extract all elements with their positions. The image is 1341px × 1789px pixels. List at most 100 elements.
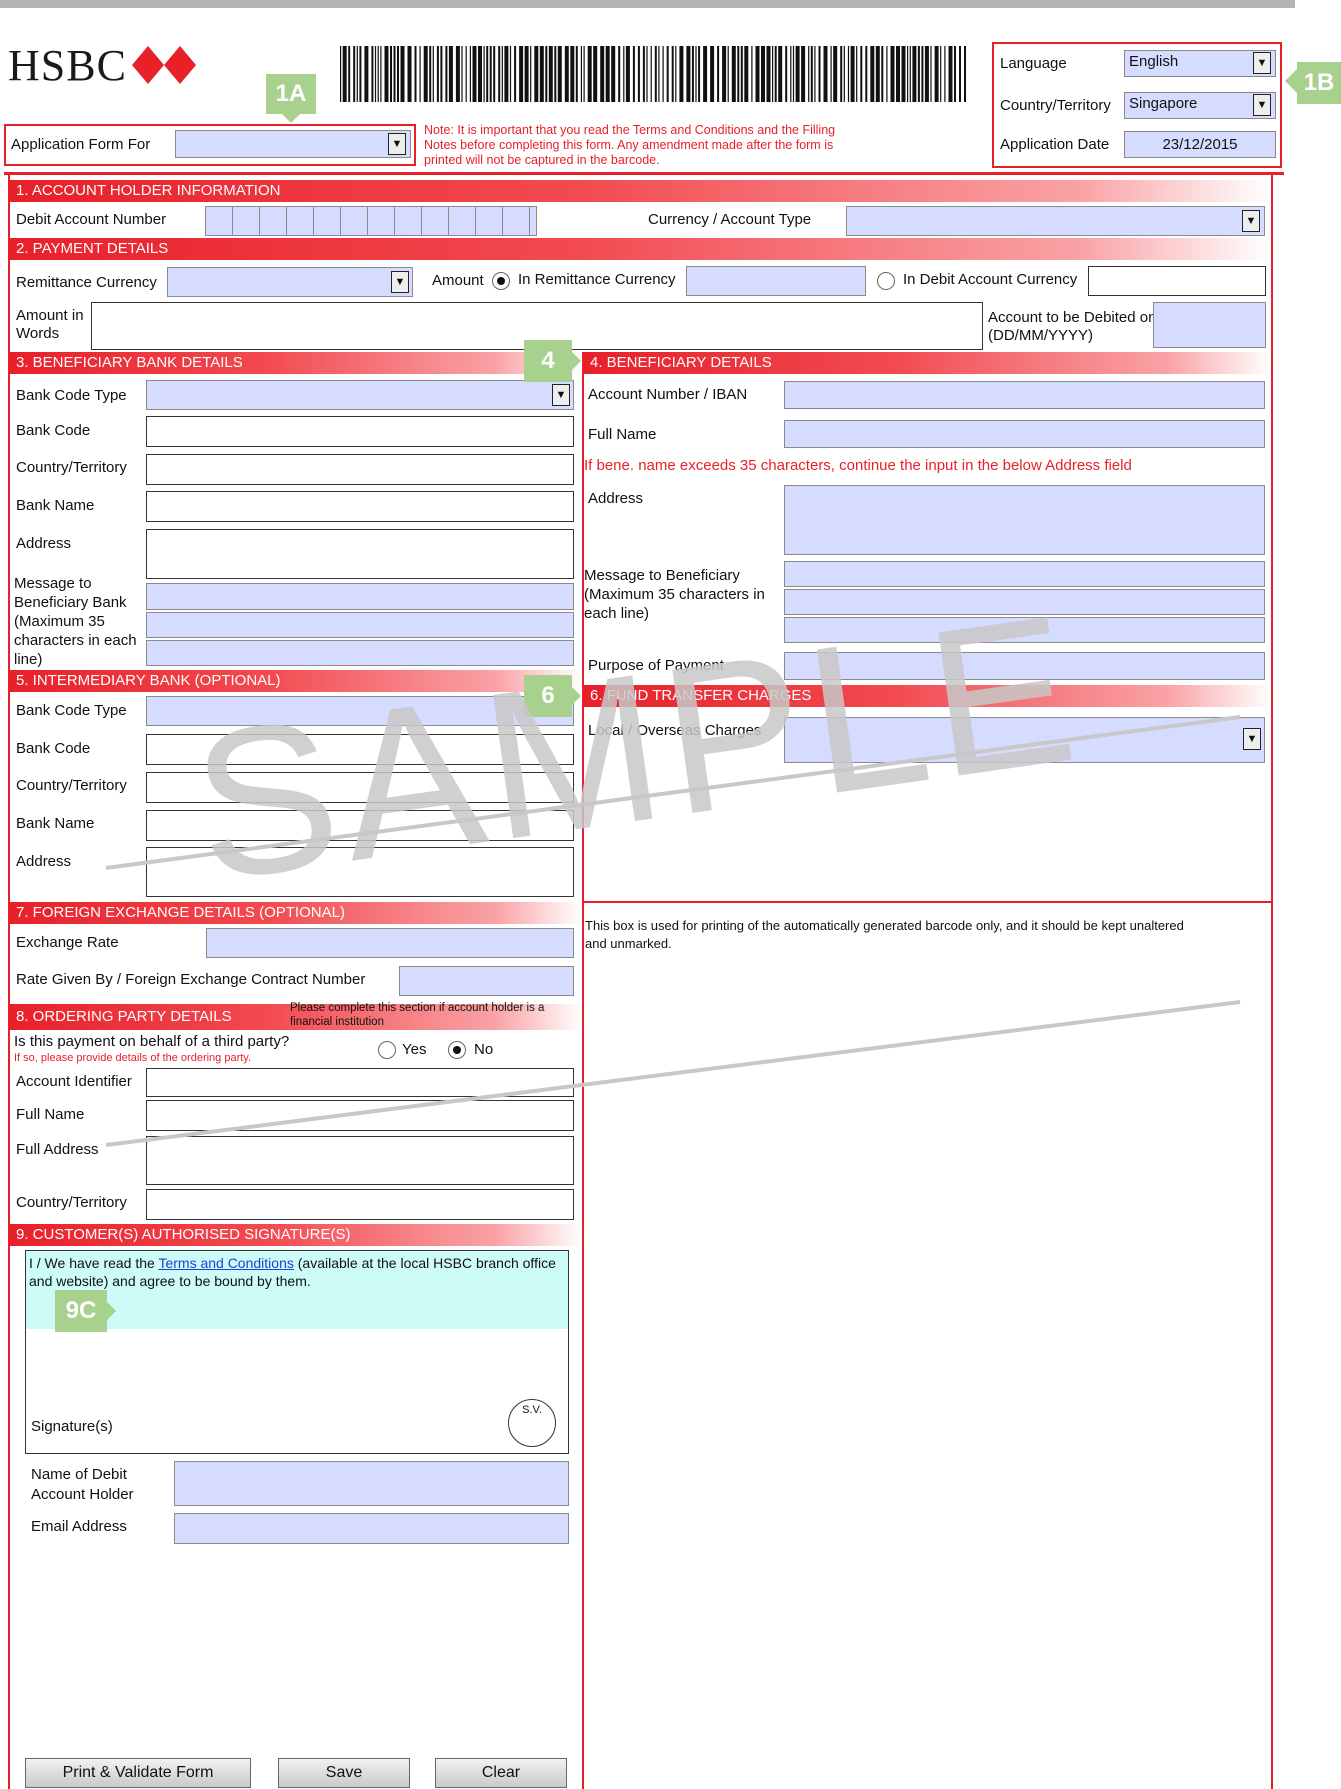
hsbc-hexagon-logo-icon: [132, 46, 196, 84]
top-divider: [0, 0, 1295, 8]
ordering-full-name-label: Full Name: [16, 1106, 85, 1123]
amount-label: Amount: [432, 272, 484, 289]
exchange-rate-field[interactable]: [206, 928, 574, 958]
amount-in-remittance-radio[interactable]: [492, 272, 510, 290]
inter-bank-address-label: Address: [16, 853, 72, 870]
third-party-yes-label: Yes: [402, 1041, 427, 1058]
marker-4-pointer: [572, 352, 581, 370]
exchange-rate-label: Exchange Rate: [16, 934, 119, 951]
marker-9c: 9C: [55, 1290, 107, 1332]
language-value: English: [1129, 53, 1179, 70]
in-debit-currency-label: In Debit Account Currency: [903, 271, 1078, 288]
inter-bank-code-type-label: Bank Code Type: [16, 702, 127, 719]
bene-bank-code-label: Bank Code: [16, 422, 91, 439]
account-debited-date-label: Account to be Debited on (DD/MM/YYYY): [988, 309, 1157, 344]
form-top-border: [4, 172, 1284, 175]
remittance-amount-field[interactable]: [686, 266, 866, 296]
marker-1a: 1A: [266, 74, 316, 114]
bene-full-name-field[interactable]: [784, 420, 1265, 448]
chevron-down-icon[interactable]: ▼: [391, 271, 409, 293]
bene-bank-country-field[interactable]: [146, 454, 574, 485]
form-right-border: [1271, 175, 1273, 1789]
inter-bank-name-label: Bank Name: [16, 815, 95, 832]
clear-button[interactable]: Clear: [435, 1758, 567, 1788]
barcode-box-note: This box is used for printing of the aut…: [585, 918, 1184, 951]
sv-text: S.V.: [522, 1404, 542, 1416]
bene-bank-name-label: Bank Name: [16, 497, 95, 514]
remittance-currency-select[interactable]: [167, 267, 413, 297]
signature-verification-stamp: S.V.: [508, 1399, 556, 1447]
marker-4: 4: [524, 340, 572, 382]
third-party-question: Is this payment on behalf of a third par…: [14, 1033, 290, 1050]
bene-bank-country-label: Country/Territory: [16, 459, 127, 476]
chevron-down-icon[interactable]: ▼: [1242, 210, 1260, 232]
account-identifier-label: Account Identifier: [16, 1073, 132, 1090]
section-6-bottom-border: [584, 901, 1273, 903]
application-date-label: Application Date: [1000, 136, 1110, 153]
currency-account-type-select[interactable]: [846, 206, 1265, 236]
third-party-yes-radio[interactable]: [378, 1041, 396, 1059]
marker-1b-pointer: [1285, 69, 1297, 93]
application-form-for-select[interactable]: [175, 130, 411, 158]
ordering-full-address-label: Full Address: [16, 1141, 99, 1158]
bene-account-number-label: Account Number / IBAN: [588, 386, 748, 403]
rate-given-by-label: Rate Given By / Foreign Exchange Contrac…: [16, 971, 366, 988]
in-remittance-currency-label: In Remittance Currency: [518, 271, 676, 288]
country-label: Country/Territory: [1000, 97, 1111, 114]
debit-account-field[interactable]: [205, 206, 537, 236]
bene-bank-message-line-2[interactable]: [146, 612, 574, 638]
bene-full-name-label: Full Name: [588, 426, 657, 443]
rate-given-by-field[interactable]: [399, 966, 574, 996]
ordering-full-name-field[interactable]: [146, 1100, 574, 1131]
bene-bank-code-type-select[interactable]: [146, 380, 574, 410]
debit-account-label: Debit Account Number: [16, 211, 167, 228]
bene-bank-message-label: Message to Beneficiary Bank (Maximum 35 …: [14, 575, 137, 668]
barcode-image: [340, 46, 966, 102]
third-party-no-radio[interactable]: [448, 1041, 466, 1059]
chevron-down-icon[interactable]: ▼: [388, 133, 406, 155]
email-address-label: Email Address: [31, 1518, 127, 1535]
language-label: Language: [1000, 55, 1067, 72]
bene-address-field[interactable]: [784, 485, 1265, 555]
bene-bank-address-label: Address: [16, 535, 72, 552]
account-holder-name-label: Name of Debit Account Holder: [31, 1466, 134, 1503]
application-date-field[interactable]: 23/12/2015: [1124, 131, 1276, 158]
ordering-full-address-field[interactable]: [146, 1136, 574, 1185]
account-holder-name-field[interactable]: [174, 1461, 569, 1506]
ordering-country-field[interactable]: [146, 1189, 574, 1220]
currency-account-type-label: Currency / Account Type: [648, 211, 812, 228]
terms-and-conditions-link[interactable]: Terms and Conditions: [158, 1255, 293, 1271]
inter-bank-code-label: Bank Code: [16, 740, 91, 757]
remittance-currency-label: Remittance Currency: [16, 274, 157, 291]
bene-address-label: Address: [588, 490, 644, 507]
account-identifier-field[interactable]: [146, 1068, 574, 1097]
chevron-down-icon[interactable]: ▼: [1243, 728, 1261, 750]
ordering-country-label: Country/Territory: [16, 1194, 127, 1211]
third-party-note: If so, please provide details of the ord…: [14, 1052, 252, 1064]
chevron-down-icon[interactable]: ▼: [552, 384, 570, 406]
chevron-down-icon[interactable]: ▼: [1253, 52, 1271, 74]
section-1-header: 1. ACCOUNT HOLDER INFORMATION: [10, 180, 1271, 202]
bene-account-number-field[interactable]: [784, 381, 1265, 409]
print-validate-button[interactable]: Print & Validate Form: [25, 1758, 251, 1788]
section-2-header: 2. PAYMENT DETAILS: [10, 238, 1271, 260]
chevron-down-icon[interactable]: ▼: [1253, 94, 1271, 116]
save-button[interactable]: Save: [278, 1758, 410, 1788]
marker-1a-pointer: [282, 114, 300, 123]
bene-bank-message-line-1[interactable]: [146, 583, 574, 610]
marker-9c-pointer: [107, 1302, 116, 1320]
amount-in-words-label: Amount in Words: [16, 307, 84, 342]
bene-bank-address-field[interactable]: [146, 529, 574, 579]
bene-bank-name-field[interactable]: [146, 491, 574, 522]
bene-name-length-note: If bene. name exceeds 35 characters, con…: [584, 457, 1132, 474]
third-party-no-label: No: [474, 1041, 494, 1058]
application-date-value: 23/12/2015: [1162, 136, 1238, 153]
bene-bank-code-type-label: Bank Code Type: [16, 387, 127, 404]
amount-in-debit-radio[interactable]: [877, 272, 895, 290]
debit-amount-field[interactable]: [1088, 266, 1266, 296]
signature-label: Signature(s): [31, 1418, 113, 1435]
email-address-field[interactable]: [174, 1513, 569, 1544]
account-debited-date-field[interactable]: [1153, 302, 1266, 348]
terms-prefix: I / We have read the: [29, 1255, 159, 1271]
bene-bank-code-field[interactable]: [146, 416, 574, 447]
